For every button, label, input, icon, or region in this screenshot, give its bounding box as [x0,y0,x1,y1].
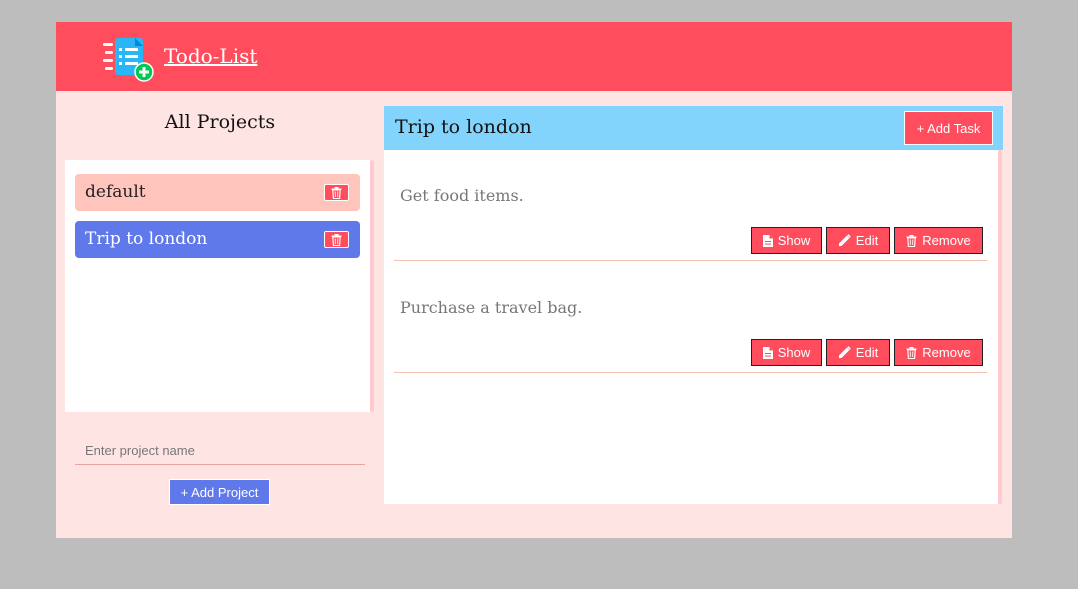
trash-icon [331,233,342,246]
pencil-icon [838,234,851,246]
projects-list: default Trip to london [65,160,373,412]
remove-task-button[interactable]: Remove [894,227,983,254]
show-label: Show [777,345,811,360]
app-header: Todo-List [56,22,1012,91]
task-title: Get food items. [400,186,524,205]
edit-task-button[interactable]: Edit [826,227,890,254]
project-name: Trip to london [85,229,208,249]
trash-icon [906,346,917,359]
remove-task-button[interactable]: Remove [894,339,983,366]
trash-icon [906,234,917,247]
edit-task-button[interactable]: Edit [826,339,890,366]
add-task-button[interactable]: + Add Task [904,111,993,145]
brand-link[interactable]: Todo-List [164,44,257,68]
edit-label: Edit [855,345,879,360]
add-project-button[interactable]: + Add Project [169,479,270,505]
delete-project-button[interactable] [324,231,349,248]
task-title: Purchase a travel bag. [400,298,583,317]
remove-label: Remove [922,233,971,248]
todo-list-icon [103,38,154,82]
pencil-icon [838,346,851,358]
task-item: Purchase a travel bag. Show Edit Remove [394,262,987,373]
show-task-button[interactable]: Show [751,339,822,366]
file-icon [762,234,773,247]
project-name: default [85,182,146,202]
delete-project-button[interactable] [324,184,349,201]
tasks-list: Get food items. Show Edit Remove Purchas… [384,150,998,504]
show-task-button[interactable]: Show [751,227,822,254]
tasks-scrollbar[interactable] [998,150,1002,504]
edit-label: Edit [855,233,879,248]
project-item-default[interactable]: default [75,174,360,211]
project-title: Trip to london [395,116,532,138]
trash-icon [331,186,342,199]
app-container: Todo-List All Projects default Trip to l… [56,22,1012,538]
show-label: Show [777,233,811,248]
remove-label: Remove [922,345,971,360]
project-item-trip-to-london[interactable]: Trip to london [75,221,360,258]
task-item: Get food items. Show Edit Remove [394,150,987,261]
projects-heading: All Projects [164,111,276,133]
projects-scrollbar[interactable] [370,160,374,412]
project-header: Trip to london + Add Task [384,106,1003,150]
file-icon [762,346,773,359]
project-name-input[interactable] [75,436,365,465]
